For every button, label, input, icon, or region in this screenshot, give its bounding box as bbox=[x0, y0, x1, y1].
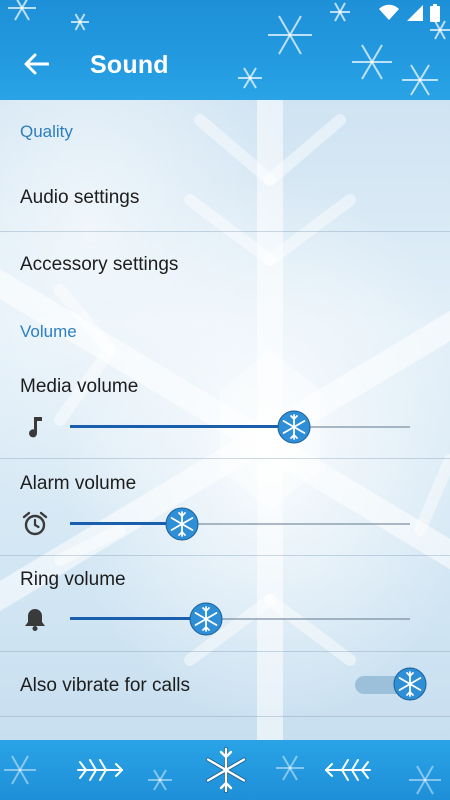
section-header-volume: Volume bbox=[20, 322, 77, 341]
divider bbox=[0, 716, 450, 717]
alarm-clock-icon bbox=[22, 511, 48, 537]
audio-settings-item[interactable]: Audio settings bbox=[0, 166, 450, 230]
ring-volume-label: Ring volume bbox=[20, 569, 126, 590]
wifi-icon bbox=[378, 4, 400, 27]
bell-icon bbox=[22, 606, 48, 632]
vibrate-for-calls-item[interactable]: Also vibrate for calls bbox=[0, 652, 450, 716]
accessory-settings-label: Accessory settings bbox=[20, 254, 179, 275]
battery-icon bbox=[430, 4, 440, 27]
signal-icon bbox=[406, 4, 424, 27]
vibrate-label: Also vibrate for calls bbox=[20, 675, 191, 696]
snowflake-home-icon bbox=[203, 747, 249, 799]
arrow-back-icon bbox=[23, 53, 50, 80]
back-button[interactable] bbox=[20, 52, 52, 80]
slider-fill bbox=[70, 425, 294, 428]
vibrate-toggle[interactable] bbox=[355, 667, 427, 701]
music-note-icon bbox=[22, 414, 48, 440]
nav-home-button[interactable] bbox=[203, 745, 249, 795]
snowflake-thumb-icon[interactable] bbox=[189, 602, 223, 636]
media-volume-item: Media volume bbox=[0, 362, 450, 458]
snowflake-thumb-icon[interactable] bbox=[165, 507, 199, 541]
ring-volume-slider[interactable] bbox=[70, 602, 410, 636]
media-volume-label: Media volume bbox=[20, 376, 139, 397]
alarm-volume-slider[interactable] bbox=[70, 507, 410, 541]
media-volume-slider[interactable] bbox=[70, 410, 410, 444]
snowflake-recent-icon bbox=[320, 759, 376, 794]
slider-fill bbox=[70, 617, 206, 620]
settings-list: Quality Audio settings Accessory setting… bbox=[0, 100, 450, 740]
alarm-volume-label: Alarm volume bbox=[20, 473, 137, 494]
section-header-quality: Quality bbox=[20, 122, 73, 141]
status-bar bbox=[378, 4, 440, 27]
app-bar: Sound bbox=[0, 0, 450, 100]
audio-settings-label: Audio settings bbox=[20, 187, 140, 208]
snowflake-thumb-icon[interactable] bbox=[277, 410, 311, 444]
snowflake-thumb-icon bbox=[393, 667, 429, 703]
ring-volume-item: Ring volume bbox=[0, 556, 450, 652]
accessory-settings-item[interactable]: Accessory settings bbox=[0, 232, 450, 298]
page-title: Sound bbox=[90, 51, 169, 79]
navigation-bar bbox=[0, 740, 450, 800]
nav-back-button[interactable] bbox=[72, 750, 128, 790]
alarm-volume-item: Alarm volume bbox=[0, 459, 450, 555]
nav-recent-button[interactable] bbox=[320, 750, 376, 790]
snowflake-back-icon bbox=[72, 759, 128, 794]
